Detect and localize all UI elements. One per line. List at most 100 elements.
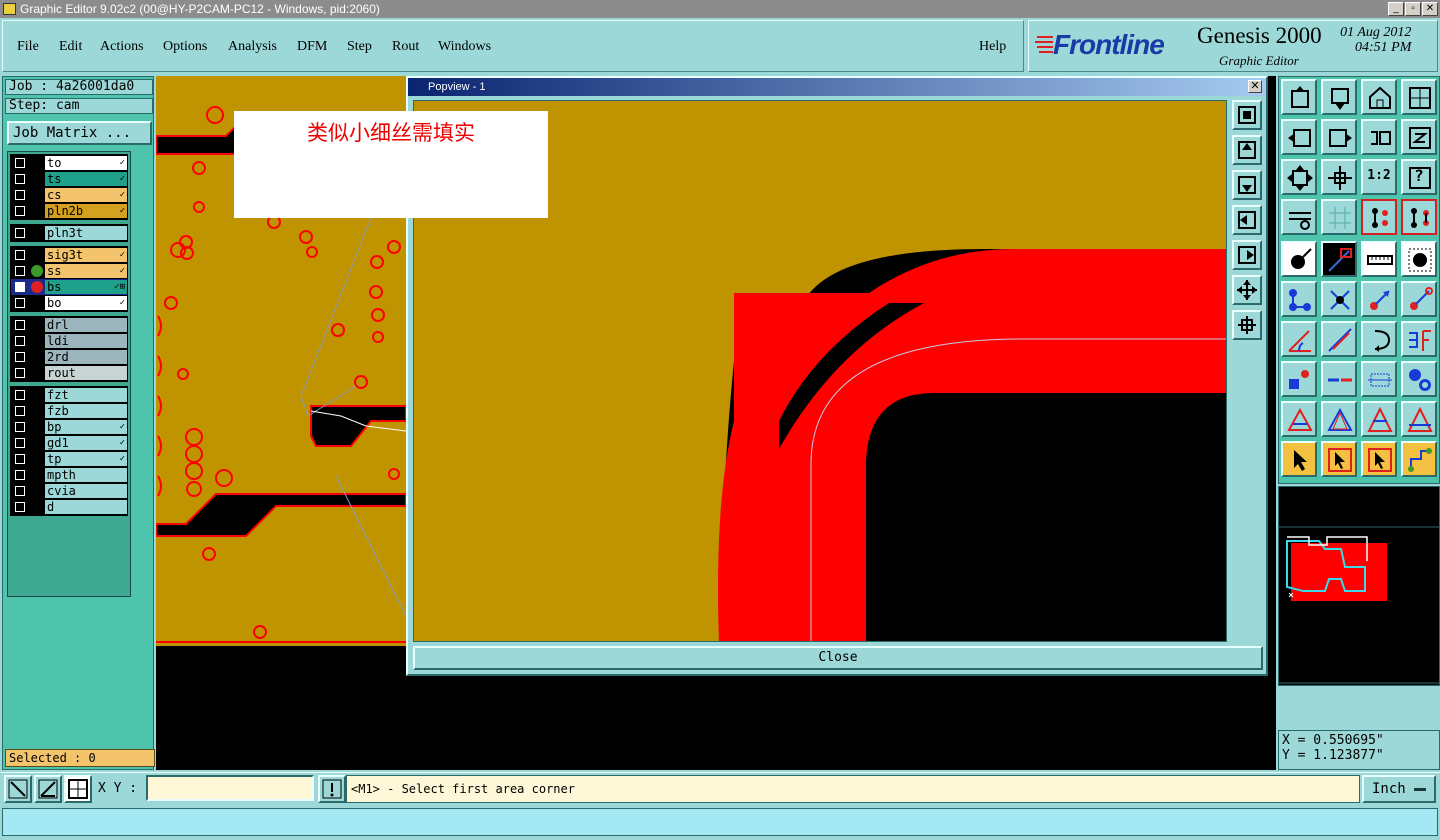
menu-rout[interactable]: Rout xyxy=(392,39,419,55)
minimize-button[interactable]: _ xyxy=(1388,2,1404,16)
select-box-icon[interactable] xyxy=(1321,441,1357,477)
layer-row[interactable]: to ✓ xyxy=(11,155,127,171)
home-down-icon[interactable] xyxy=(1321,79,1357,115)
layer-name[interactable]: cvia xyxy=(45,484,127,498)
popview-zoom-in-button[interactable] xyxy=(1232,275,1262,305)
pad-snap-icon[interactable] xyxy=(1281,361,1317,397)
netlist-compare-icon[interactable] xyxy=(1401,199,1437,235)
angle-line-icon[interactable] xyxy=(1281,321,1317,357)
home-icon[interactable] xyxy=(1361,79,1397,115)
layer-row[interactable]: tp ✓ xyxy=(11,451,127,467)
layer-checkbox[interactable] xyxy=(15,250,25,260)
triangle-up-icon[interactable] xyxy=(1321,401,1357,437)
menu-actions[interactable]: Actions xyxy=(100,39,144,55)
layer-name[interactable]: rout xyxy=(45,366,127,380)
close-window-button[interactable]: ✕ xyxy=(1422,2,1438,16)
layer-checkbox[interactable] xyxy=(15,206,25,216)
job-matrix-button[interactable]: Job Matrix ... xyxy=(7,121,152,145)
menu-windows[interactable]: Windows xyxy=(438,39,491,55)
add-feature-icon[interactable] xyxy=(1281,241,1317,277)
menu-step[interactable]: Step xyxy=(347,39,372,55)
layer-checkbox[interactable] xyxy=(15,438,25,448)
layer-name[interactable]: fzb xyxy=(45,404,127,418)
swap-icon[interactable] xyxy=(1361,119,1397,155)
maximize-button[interactable]: ▫ xyxy=(1405,2,1421,16)
snap-corner-icon[interactable] xyxy=(4,775,32,803)
menu-file[interactable]: File xyxy=(17,39,39,55)
line-break-icon[interactable] xyxy=(1321,361,1357,397)
layer-name[interactable]: mpth xyxy=(45,468,127,482)
menu-edit[interactable]: Edit xyxy=(59,39,82,55)
zoom-extend-icon[interactable] xyxy=(1281,159,1317,195)
layer-row[interactable]: gd1 ✓ xyxy=(11,435,127,451)
snap-angle-icon[interactable] xyxy=(34,775,62,803)
layer-row[interactable]: ldi xyxy=(11,333,127,349)
layer-checkbox[interactable] xyxy=(15,422,25,432)
xy-input[interactable] xyxy=(146,775,314,801)
split-line-icon[interactable] xyxy=(1401,321,1437,357)
netlist-icon[interactable] xyxy=(1361,199,1397,235)
move-pad-alt-icon[interactable] xyxy=(1401,281,1437,317)
connect-pads-icon[interactable] xyxy=(1281,281,1317,317)
select-net-icon[interactable] xyxy=(1401,441,1437,477)
layer-name[interactable]: ss ✓ xyxy=(45,264,127,278)
layer-name[interactable]: ldi xyxy=(45,334,127,348)
layer-row[interactable]: cvia xyxy=(11,483,127,499)
layer-checkbox[interactable] xyxy=(15,352,25,362)
popview-pan-right-button[interactable] xyxy=(1232,240,1262,270)
layer-checkbox[interactable] xyxy=(15,406,25,416)
select-pad-icon[interactable] xyxy=(1401,241,1437,277)
layer-row[interactable]: fzt xyxy=(11,387,127,403)
cross-pad-icon[interactable] xyxy=(1321,281,1357,317)
layer-row[interactable]: fzb xyxy=(11,403,127,419)
layer-name[interactable]: pln3t xyxy=(45,226,127,240)
alert-icon[interactable] xyxy=(318,775,346,803)
layer-name[interactable]: fzt xyxy=(45,388,127,402)
pan-right-icon[interactable] xyxy=(1321,119,1357,155)
layer-name[interactable]: to ✓ xyxy=(45,156,127,170)
layer-checkbox[interactable] xyxy=(15,158,25,168)
layer-checkbox[interactable] xyxy=(15,486,25,496)
zoom-ratio-button[interactable]: 1:2 xyxy=(1361,159,1397,195)
layer-checkbox[interactable] xyxy=(15,190,25,200)
popview-zoom-out-button[interactable] xyxy=(1232,310,1262,340)
copy-pads-icon[interactable] xyxy=(1401,361,1437,397)
layer-checkbox[interactable] xyxy=(15,320,25,330)
layer-checkbox[interactable] xyxy=(15,266,25,276)
popview-zoom-fit-button[interactable] xyxy=(1232,100,1262,130)
layer-name[interactable]: d xyxy=(45,500,127,514)
menu-help[interactable]: Help xyxy=(979,39,1006,55)
help-icon[interactable]: ? xyxy=(1401,159,1437,195)
select-arrow-icon[interactable] xyxy=(1281,441,1317,477)
move-pad-icon[interactable] xyxy=(1361,281,1397,317)
layer-row[interactable]: pln2b ✓ xyxy=(11,203,127,219)
layer-name[interactable]: ts ✓ xyxy=(45,172,127,186)
popview-close-button[interactable]: Close xyxy=(413,646,1263,670)
layer-checkbox[interactable] xyxy=(15,336,25,346)
tools-icon[interactable] xyxy=(1281,199,1317,235)
draw-line-icon[interactable] xyxy=(1321,321,1357,357)
layer-row[interactable]: bp ✓ xyxy=(11,419,127,435)
popview-pan-left-button[interactable] xyxy=(1232,205,1262,235)
layer-checkbox[interactable] xyxy=(15,502,25,512)
layer-row[interactable]: mpth xyxy=(11,467,127,483)
layer-row[interactable]: bo ✓ xyxy=(11,295,127,311)
layer-checkbox[interactable] xyxy=(15,174,25,184)
select-area-icon[interactable] xyxy=(1361,441,1397,477)
layer-row[interactable]: ts ✓ xyxy=(11,171,127,187)
triangle-span-icon[interactable] xyxy=(1361,401,1397,437)
layer-name[interactable]: gd1 ✓ xyxy=(45,436,127,450)
grid-icon[interactable] xyxy=(1321,199,1357,235)
arc-icon[interactable] xyxy=(1361,321,1397,357)
layer-name[interactable]: 2rd xyxy=(45,350,127,364)
layer-name[interactable]: cs ✓ xyxy=(45,188,127,202)
layer-checkbox[interactable] xyxy=(15,454,25,464)
unit-select[interactable]: Inch xyxy=(1362,775,1436,803)
layer-row[interactable]: drl xyxy=(11,317,127,333)
layer-row[interactable]: rout xyxy=(11,365,127,381)
layer-name[interactable]: tp ✓ xyxy=(45,452,127,466)
window-split-icon[interactable] xyxy=(1401,79,1437,115)
layer-row[interactable]: sig3t ✓ xyxy=(11,247,127,263)
snap-grid-icon[interactable] xyxy=(64,775,92,803)
layer-row[interactable]: d xyxy=(11,499,127,515)
